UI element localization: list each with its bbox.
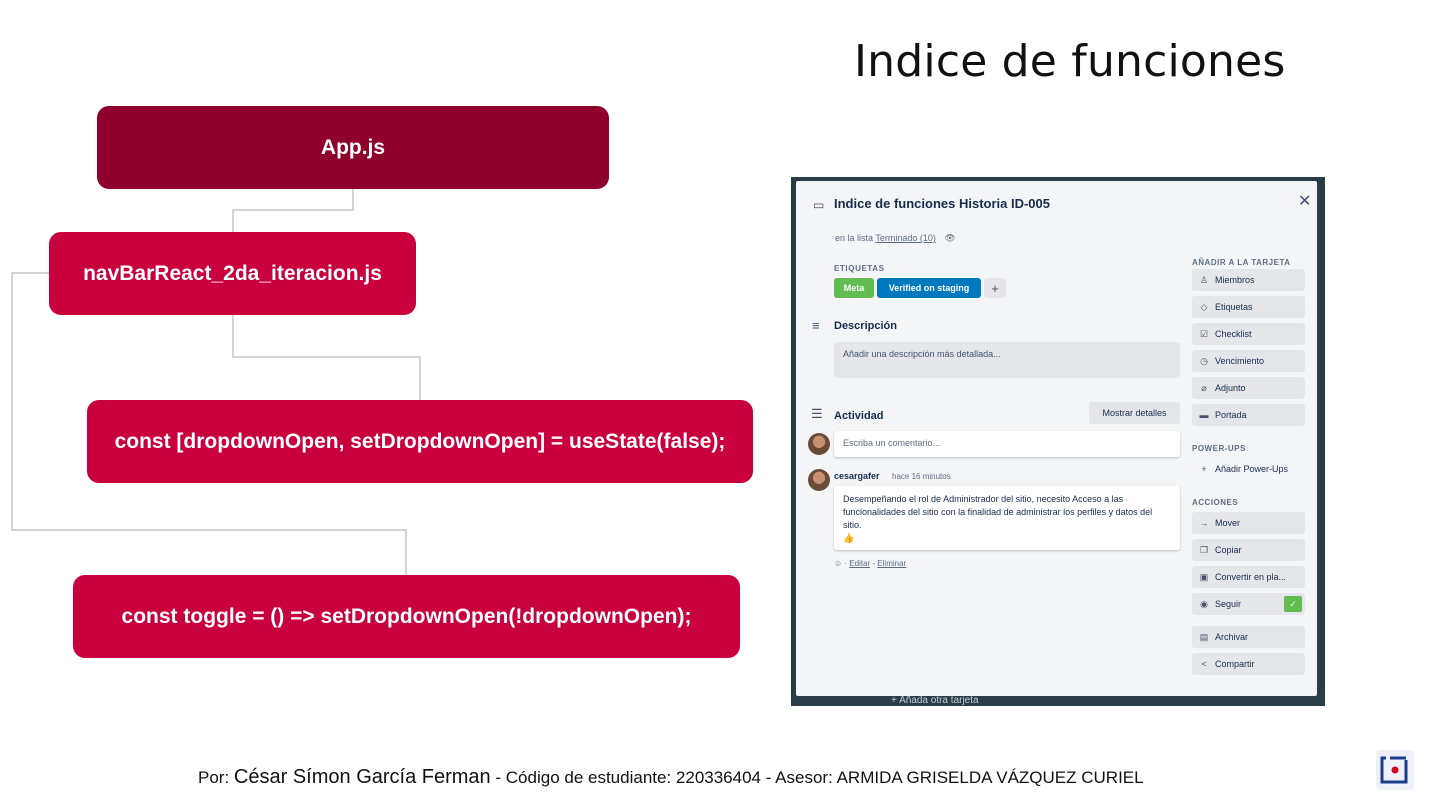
comment-body: Desempeñando el rol de Administrador del… [834, 486, 1180, 550]
add-powerups-label: Añadir Power-Ups [1215, 464, 1289, 474]
share-button[interactable]: < Compartir [1192, 653, 1305, 675]
footer-details: Código de estudiante: 220336404 - Asesor… [505, 768, 1144, 787]
comment-input[interactable]: Escriba un comentario... [834, 431, 1180, 457]
share-label: Compartir [1215, 659, 1255, 669]
trello-card-screenshot: + Añada otra tarjeta ✕ ▭ Indice de funci… [791, 177, 1325, 706]
move-button[interactable]: → Mover [1192, 512, 1305, 534]
activity-icon: ☰ [811, 406, 823, 421]
plus-icon: + [1201, 464, 1207, 474]
watch-label: Seguir [1215, 599, 1242, 609]
delete-comment-link[interactable]: Eliminar [877, 559, 906, 568]
due-date-button[interactable]: ◷ Vencimiento [1192, 350, 1305, 372]
close-icon[interactable]: ✕ [1298, 191, 1311, 211]
labels-button[interactable]: ◇ Etiquetas [1192, 296, 1305, 318]
activity-heading: Actividad [834, 410, 884, 422]
add-powerups-button[interactable]: + Añadir Power-Ups [1192, 458, 1305, 480]
card-icon: ▭ [813, 198, 825, 212]
slide-footer: Por: César Símon García Ferman - Código … [198, 766, 1144, 789]
footer-separator: - [490, 768, 506, 787]
reaction-icon[interactable]: ☺ [834, 559, 842, 568]
actions-heading: ACCIONES [1192, 498, 1239, 507]
node-toggle-function: const toggle = () => setDropdownOpen(!dr… [73, 575, 740, 658]
footer-by: Por: [198, 768, 230, 787]
labels-heading: ETIQUETAS [834, 264, 885, 273]
checklist-label: Checklist [1215, 329, 1252, 339]
in-list-prefix: en la lista [835, 233, 874, 243]
convert-template-button[interactable]: ▣ Convertir en pla... [1192, 566, 1305, 588]
labels-label: Etiquetas [1215, 302, 1253, 312]
comment-actions: ☺ · Editar - Eliminar [834, 559, 907, 568]
card-detail-dialog: ✕ ▭ Indice de funciones Historia ID-005 … [796, 181, 1317, 696]
logo [1376, 750, 1414, 790]
copy-label: Copiar [1215, 545, 1242, 555]
card-title[interactable]: Indice de funciones Historia ID-005 [834, 196, 1054, 212]
archive-icon: ▤ [1199, 631, 1209, 642]
show-details-button[interactable]: Mostrar detalles [1089, 402, 1180, 424]
arrow-right-icon: → [1199, 518, 1209, 528]
node-app-js: App.js [97, 106, 609, 189]
convert-template-label: Convertir en pla... [1215, 572, 1287, 582]
clock-icon: ◷ [1200, 355, 1208, 366]
move-label: Mover [1215, 518, 1241, 528]
in-list-info: en la lista Terminado (10) 👁 [835, 233, 956, 244]
eye-icon: 👁 [944, 233, 956, 243]
comment-author-avatar [808, 469, 830, 491]
add-to-card-heading: AÑADIR A LA TARJETA [1192, 258, 1291, 267]
checklist-button[interactable]: ☑ Checklist [1192, 323, 1305, 345]
label-verified-staging[interactable]: Verified on staging [877, 278, 981, 298]
node-use-state: const [dropdownOpen, setDropdownOpen] = … [87, 400, 753, 483]
copy-icon: ❐ [1199, 544, 1209, 555]
due-date-label: Vencimiento [1215, 356, 1265, 366]
node-navbar-file: navBarReact_2da_iteracion.js [49, 232, 416, 315]
template-icon: ▣ [1199, 571, 1209, 582]
comment-time: hace 16 minutos [892, 472, 951, 481]
label-meta[interactable]: Meta [834, 278, 874, 298]
powerups-heading: POWER-UPS [1192, 444, 1246, 453]
checklist-icon: ☑ [1199, 328, 1209, 339]
members-label: Miembros [1215, 275, 1255, 285]
attachment-label: Adjunto [1215, 383, 1246, 393]
watch-button[interactable]: ◉ Seguir ✓ [1192, 593, 1305, 615]
person-icon: ♙ [1199, 274, 1209, 285]
check-icon: ✓ [1284, 596, 1302, 612]
copy-button[interactable]: ❐ Copiar [1192, 539, 1305, 561]
add-label-button[interactable]: + [984, 278, 1006, 298]
slide-title: Indice de funciones [854, 36, 1286, 87]
members-button[interactable]: ♙ Miembros [1192, 269, 1305, 291]
tag-icon: ◇ [1200, 301, 1208, 312]
cover-icon: ▬ [1199, 410, 1209, 420]
archive-button[interactable]: ▤ Archivar [1192, 626, 1305, 648]
comment-author[interactable]: cesargafer [834, 471, 880, 481]
list-link[interactable]: Terminado (10) [875, 233, 936, 243]
footer-author: César Símon García Ferman [233, 766, 491, 788]
edit-comment-link[interactable]: Editar [849, 559, 870, 568]
attachment-button[interactable]: ⌀ Adjunto [1192, 377, 1305, 399]
cover-button[interactable]: ▬ Portada [1192, 404, 1305, 426]
avatar [808, 433, 830, 455]
description-heading: Descripción [834, 320, 897, 332]
logo-mark-icon [1380, 756, 1408, 784]
eye-icon: ◉ [1200, 598, 1208, 609]
thumbs-up-emoji: 👍 [843, 533, 855, 543]
add-card-text-behind: + Añada otra tarjeta [891, 695, 979, 706]
paperclip-icon: ⌀ [1201, 382, 1207, 393]
description-input[interactable]: Añadir una descripción más detallada... [834, 342, 1180, 378]
share-icon: < [1201, 659, 1207, 669]
comment-text: Desempeñando el rol de Administrador del… [843, 494, 1153, 530]
archive-label: Archivar [1215, 632, 1249, 642]
cover-label: Portada [1215, 410, 1247, 420]
description-icon: ≡ [812, 318, 820, 333]
